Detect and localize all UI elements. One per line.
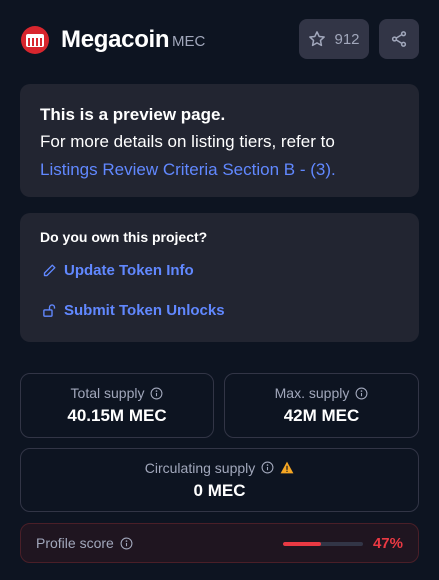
info-icon[interactable] xyxy=(120,537,133,550)
info-icon[interactable] xyxy=(355,387,368,400)
coin-logo-icon xyxy=(21,26,49,54)
profile-score-value: 47% xyxy=(372,535,403,552)
max-supply-card: Max. supply 42M MEC xyxy=(224,373,419,438)
total-supply-label: Total supply xyxy=(70,385,145,401)
unlock-icon xyxy=(42,303,57,318)
profile-score-row[interactable]: Profile score 47% xyxy=(20,523,419,563)
total-supply-value: 40.15M MEC xyxy=(67,406,167,425)
share-button[interactable] xyxy=(379,19,419,59)
profile-score-bar-fill xyxy=(283,542,321,546)
submit-token-unlocks-link[interactable]: Submit Token Unlocks xyxy=(42,302,225,319)
preview-body: For more details on listing tiers, refer… xyxy=(40,132,335,151)
owner-card-title: Do you own this project? xyxy=(40,229,208,245)
preview-notice-card: This is a preview page. For more details… xyxy=(20,84,419,197)
preview-title: This is a preview page. xyxy=(40,105,226,124)
total-supply-card: Total supply 40.15M MEC xyxy=(20,373,214,438)
update-token-info-label: Update Token Info xyxy=(64,262,194,279)
max-supply-value: 42M MEC xyxy=(283,406,360,425)
watchlist-button[interactable]: 912 xyxy=(299,19,369,59)
max-supply-label: Max. supply xyxy=(274,385,350,401)
info-icon[interactable] xyxy=(261,461,274,474)
circulating-supply-card: Circulating supply 0 MEC xyxy=(20,448,419,512)
coin-header: Megacoin MEC 912 xyxy=(0,0,439,80)
star-icon xyxy=(308,30,326,48)
coin-symbol: MEC xyxy=(172,33,206,50)
warning-icon[interactable] xyxy=(280,461,294,474)
profile-score-label: Profile score xyxy=(36,535,114,551)
circulating-supply-label: Circulating supply xyxy=(144,459,256,476)
profile-score-bar xyxy=(283,542,363,546)
info-icon[interactable] xyxy=(150,387,163,400)
watchlist-count: 912 xyxy=(334,30,360,48)
coin-name: Megacoin xyxy=(61,26,170,53)
update-token-info-link[interactable]: Update Token Info xyxy=(42,262,194,279)
circulating-supply-value: 0 MEC xyxy=(193,480,246,500)
submit-token-unlocks-label: Submit Token Unlocks xyxy=(64,302,225,319)
share-icon xyxy=(390,30,408,48)
listings-criteria-link[interactable]: Listings Review Criteria Section B - (3)… xyxy=(40,156,399,184)
pencil-icon xyxy=(42,263,57,278)
